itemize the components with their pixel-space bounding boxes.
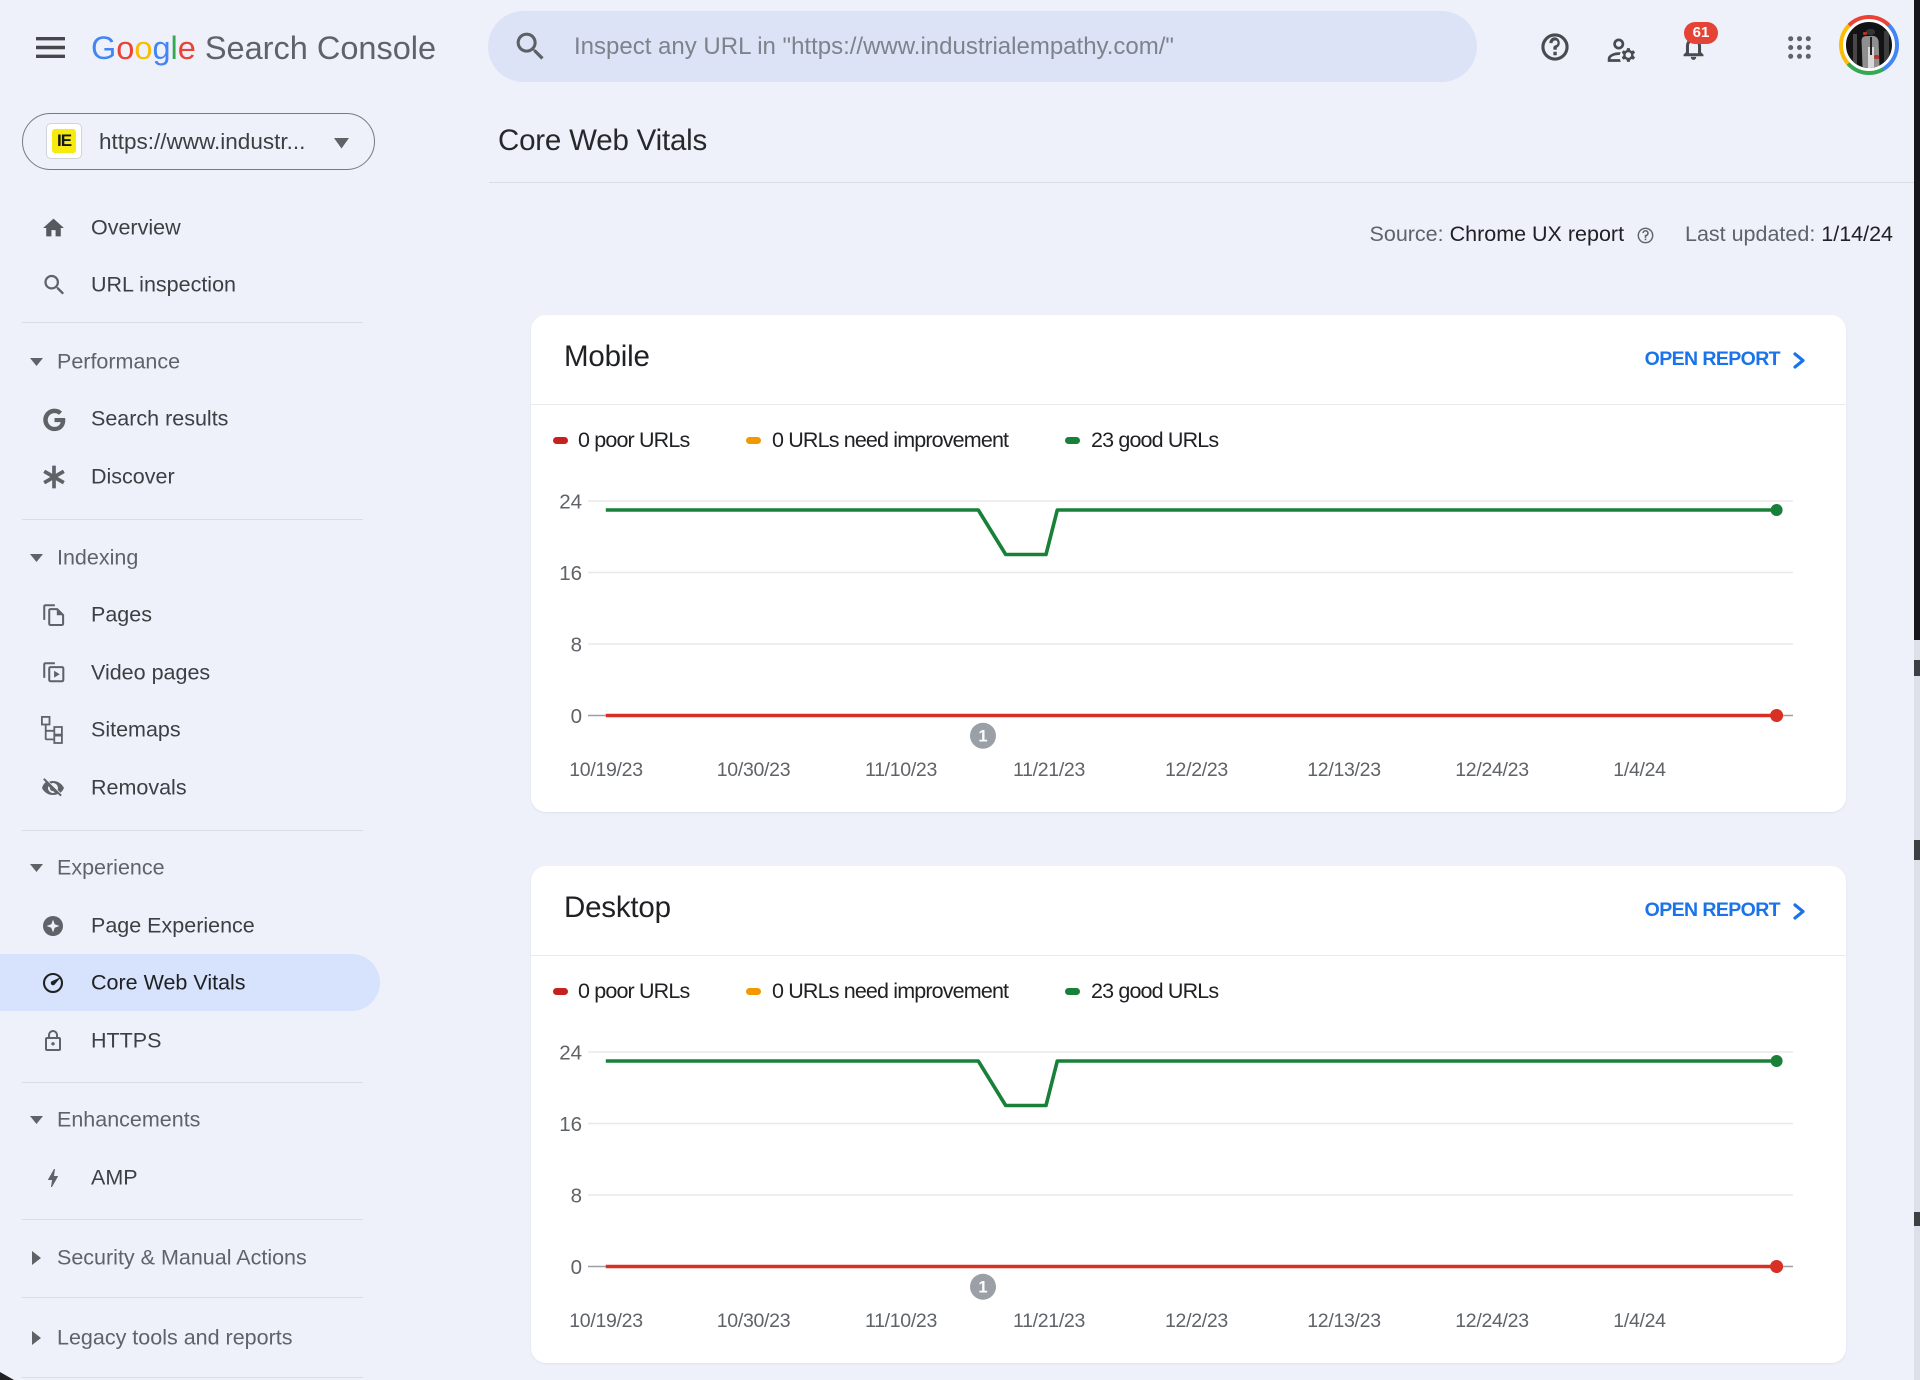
svg-text:1: 1 — [978, 728, 987, 746]
svg-text:10/19/23: 10/19/23 — [569, 1310, 643, 1332]
svg-text:1: 1 — [978, 1279, 987, 1297]
svg-text:24: 24 — [559, 491, 582, 514]
svg-text:12/24/23: 12/24/23 — [1455, 759, 1529, 781]
svg-text:11/10/23: 11/10/23 — [865, 759, 937, 781]
svg-text:1/4/24: 1/4/24 — [1613, 1310, 1666, 1332]
svg-text:12/13/23: 12/13/23 — [1307, 759, 1381, 781]
svg-text:11/21/23: 11/21/23 — [1013, 1310, 1085, 1332]
svg-text:8: 8 — [571, 634, 582, 657]
svg-text:0: 0 — [571, 1256, 582, 1279]
svg-text:1/4/24: 1/4/24 — [1613, 759, 1666, 781]
svg-text:10/19/23: 10/19/23 — [569, 759, 643, 781]
svg-text:11/21/23: 11/21/23 — [1013, 759, 1085, 781]
svg-text:10/30/23: 10/30/23 — [717, 759, 791, 781]
svg-text:12/13/23: 12/13/23 — [1307, 1310, 1381, 1332]
svg-text:11/10/23: 11/10/23 — [865, 1310, 937, 1332]
svg-text:16: 16 — [559, 1113, 582, 1136]
svg-text:12/2/23: 12/2/23 — [1165, 1310, 1228, 1332]
svg-text:24: 24 — [559, 1042, 582, 1065]
svg-text:10/30/23: 10/30/23 — [717, 1310, 791, 1332]
svg-text:16: 16 — [559, 562, 582, 585]
svg-text:12/2/23: 12/2/23 — [1165, 759, 1228, 781]
svg-text:12/24/23: 12/24/23 — [1455, 1310, 1529, 1332]
svg-text:0: 0 — [571, 705, 582, 728]
svg-text:8: 8 — [571, 1185, 582, 1208]
